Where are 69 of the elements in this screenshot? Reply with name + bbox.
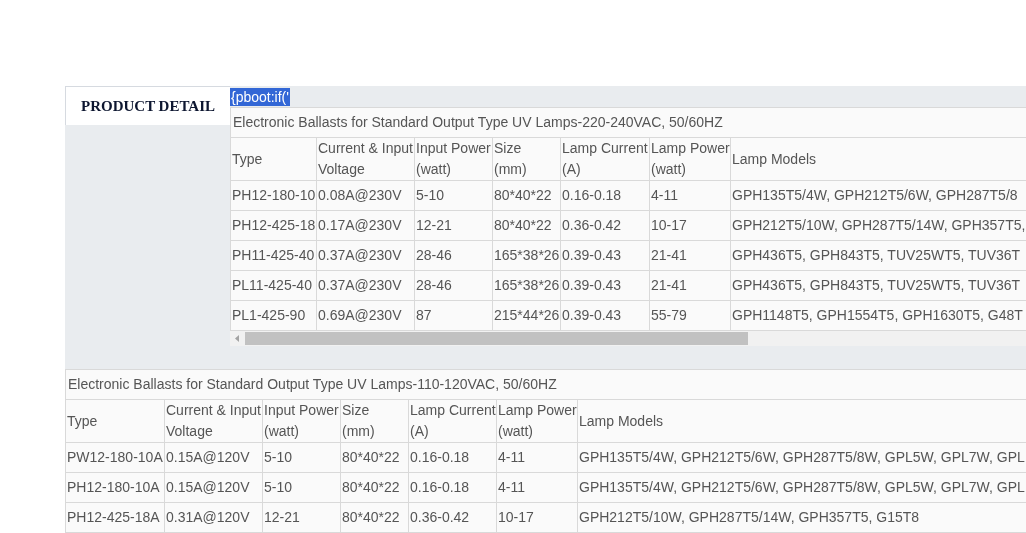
table-cell: 0.16-0.18 (408, 442, 497, 473)
table-cell: 0.08A@230V (316, 180, 415, 211)
table-cell: 21-41 (649, 240, 731, 271)
column-header: Lamp Models (577, 399, 1026, 443)
table-cell: 80*40*22 (340, 472, 409, 503)
table-cell: PW12-180-10A (65, 442, 165, 473)
table-cell: PH12-180-10 (230, 180, 317, 211)
column-header: Lamp Current (A) (408, 399, 497, 443)
table-cell: 0.39-0.43 (560, 240, 650, 271)
table-cell: 0.37A@230V (316, 240, 415, 271)
table-cell: 4-11 (496, 442, 578, 473)
column-header: Type (65, 399, 165, 443)
table-cell: 55-79 (649, 300, 731, 331)
scroll-left-arrow-icon[interactable] (235, 335, 239, 342)
column-header: Current & Input Voltage (316, 137, 415, 181)
column-header: Lamp Power (watt) (496, 399, 578, 443)
table-cell: 215*44*26 (492, 300, 561, 331)
table-caption: Electronic Ballasts for Standard Output Type UV Lamps-110-120VAC, 50/60HZ (65, 369, 1026, 399)
table-cell: 0.36-0.42 (408, 502, 497, 533)
table-cell: PH12-180-10A (65, 472, 165, 503)
table-cell: 0.39-0.43 (560, 270, 650, 301)
table-cell: PH12-425-18 (230, 210, 317, 241)
column-header: Lamp Power (watt) (649, 137, 731, 181)
table-cell: 12-21 (262, 502, 341, 533)
column-header: Input Power (watt) (262, 399, 341, 443)
column-header: Size (mm) (340, 399, 409, 443)
table-cell: 0.15A@120V (164, 442, 263, 473)
table-cell: 0.16-0.18 (408, 472, 497, 503)
table-cell: 28-46 (414, 240, 493, 271)
table-cell: 28-46 (414, 270, 493, 301)
table-cell: 21-41 (649, 270, 731, 301)
table-cell: 165*38*26 (492, 240, 561, 271)
column-header: Size (mm) (492, 137, 561, 181)
column-header: Lamp Current (A) (560, 137, 650, 181)
table-cell: 80*40*22 (492, 210, 561, 241)
table-cell: 0.36-0.42 (560, 210, 650, 241)
table-cell: PH12-425-18A (65, 502, 165, 533)
table-cell: 12-21 (414, 210, 493, 241)
table-cell: 5-10 (414, 180, 493, 211)
table-cell: 10-17 (649, 210, 731, 241)
table-cell: 0.69A@230V (316, 300, 415, 331)
column-header: Lamp Models (730, 137, 1026, 181)
table-cell: 0.39-0.43 (560, 300, 650, 331)
table-cell: 0.37A@230V (316, 270, 415, 301)
horizontal-scrollbar[interactable] (230, 331, 1026, 346)
table-caption: Electronic Ballasts for Standard Output Type UV Lamps-220-240VAC, 50/60HZ (230, 107, 1026, 137)
selected-text: {pboot:if(' (230, 87, 290, 106)
table-cell: PL11-425-40 (230, 270, 317, 301)
table-cell: 165*38*26 (492, 270, 561, 301)
scrollbar-thumb[interactable] (245, 332, 748, 345)
column-header: Input Power (watt) (414, 137, 493, 181)
table-cell: 5-10 (262, 472, 341, 503)
table-cell: 5-10 (262, 442, 341, 473)
tab[interactable]: PRODUCT DETAIL (65, 86, 230, 125)
column-header: Current & Input Voltage (164, 399, 263, 443)
column-header: Type (230, 137, 317, 181)
table-cell: PL1-425-90 (230, 300, 317, 331)
table-cell: 80*40*22 (340, 502, 409, 533)
table-cell: 0.31A@120V (164, 502, 263, 533)
table-cell: 80*40*22 (340, 442, 409, 473)
table-cell: 4-11 (649, 180, 731, 211)
table-cell: 80*40*22 (492, 180, 561, 211)
table-cell: PH11-425-40 (230, 240, 317, 271)
table-cell: 10-17 (496, 502, 578, 533)
table-cell: 0.16-0.18 (560, 180, 650, 211)
table-cell: 0.17A@230V (316, 210, 415, 241)
table-cell: 0.15A@120V (164, 472, 263, 503)
table-cell: 87 (414, 300, 493, 331)
table-cell: 4-11 (496, 472, 578, 503)
